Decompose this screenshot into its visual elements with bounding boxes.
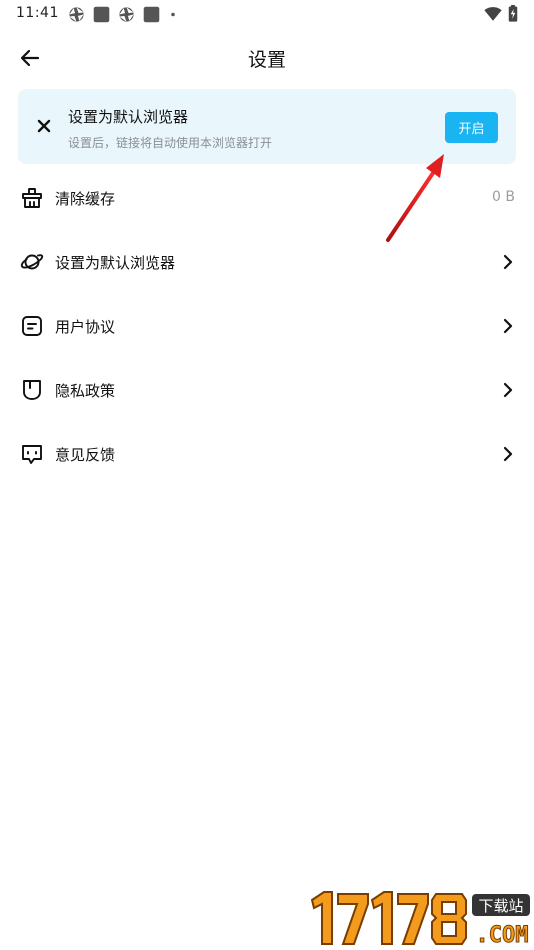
settings-item-default-browser[interactable]: 设置为默认浏览器 — [0, 230, 534, 294]
page-title: 设置 — [247, 49, 286, 71]
aperture-icon — [69, 7, 84, 22]
document-icon — [22, 316, 42, 336]
watermark-suffix: .COM — [476, 923, 529, 948]
basket-icon — [22, 188, 42, 208]
watermark-badge: 下载站 — [478, 897, 523, 915]
notification-icons — [68, 6, 178, 23]
settings-item-clear-cache[interactable]: 清除缓存 0 B — [0, 166, 534, 230]
chat-bubble-icon — [22, 445, 42, 464]
settings-item-privacy-policy[interactable]: 隐私政策 — [0, 358, 534, 422]
settings-item-label: 设置为默认浏览器 — [55, 254, 176, 272]
close-icon[interactable] — [34, 116, 54, 136]
app-square-icon — [93, 6, 110, 23]
settings-item-label: 清除缓存 — [55, 190, 116, 208]
wifi-icon — [484, 6, 502, 21]
app-square-icon — [143, 6, 160, 23]
settings-list: 清除缓存 0 B 设置为默认浏览器 用户协议 隐私政策 意见反馈 — [0, 166, 534, 486]
cache-size-value: 0 B — [492, 189, 515, 205]
shield-icon — [23, 380, 41, 400]
settings-item-label: 意见反馈 — [55, 446, 116, 464]
more-dot-icon — [171, 12, 175, 17]
battery-charging-icon — [508, 5, 518, 22]
settings-item-label: 隐私政策 — [55, 382, 116, 400]
status-time: 11:41 — [16, 5, 59, 21]
enable-button[interactable]: 开启 — [445, 112, 498, 143]
chevron-right-icon — [503, 318, 513, 334]
chevron-right-icon — [503, 382, 513, 398]
status-bar: 11:41 — [0, 0, 534, 30]
chevron-right-icon — [503, 446, 513, 462]
site-logo-watermark: 下载站 .COM — [310, 891, 530, 949]
app-header: 设置 — [0, 36, 534, 80]
banner-title: 设置为默认浏览器 — [68, 108, 189, 126]
system-icons — [484, 5, 518, 22]
settings-item-feedback[interactable]: 意见反馈 — [0, 422, 534, 486]
chevron-right-icon — [503, 254, 513, 270]
annotation-arrow-icon — [386, 154, 444, 242]
settings-item-user-agreement[interactable]: 用户协议 — [0, 294, 534, 358]
settings-item-label: 用户协议 — [55, 318, 116, 336]
aperture-icon — [119, 7, 134, 22]
banner-subtitle: 设置后，链接将自动使用本浏览器打开 — [68, 136, 273, 150]
planet-icon — [20, 254, 44, 270]
